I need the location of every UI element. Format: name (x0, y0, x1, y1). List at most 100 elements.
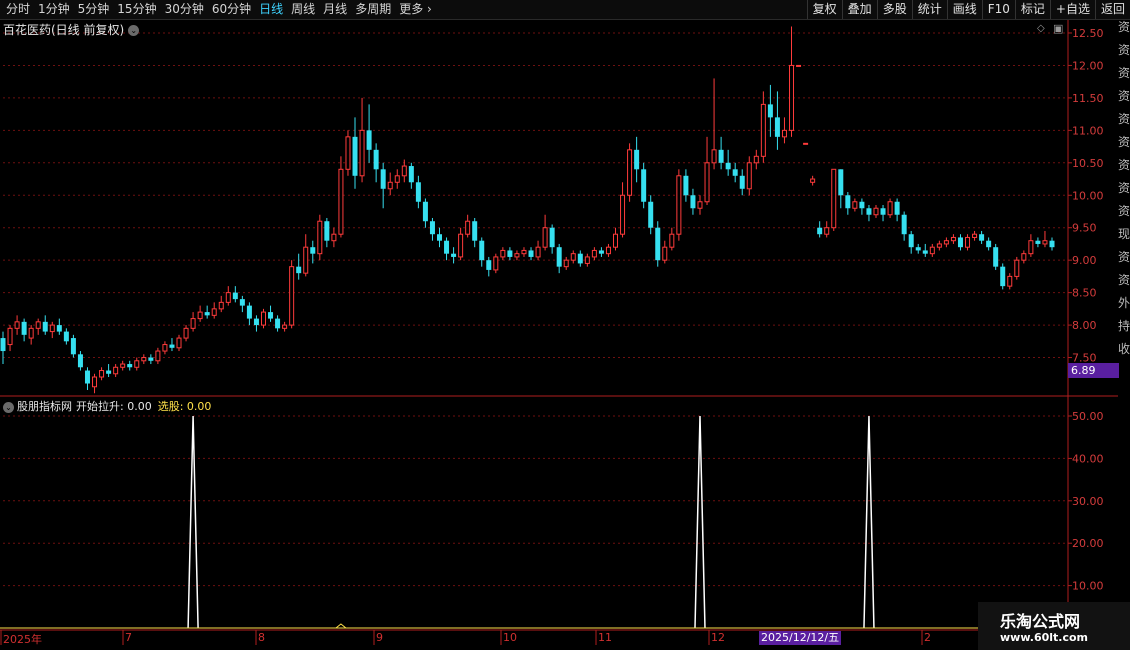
candle-body-down (246, 305, 252, 319)
candle-body-up (591, 249, 597, 258)
candle-body-up (197, 311, 203, 320)
candle-body-up (1028, 240, 1034, 255)
candle-body-down (106, 370, 112, 374)
candle-body-up (697, 201, 703, 209)
side-label-char: 资 (1118, 181, 1130, 195)
candle-body-down (127, 364, 133, 368)
candle-body-down (429, 221, 435, 235)
candle-body-down (577, 253, 583, 264)
candle-body-up (929, 246, 935, 255)
period-tab[interactable]: 5分钟 (78, 0, 110, 19)
candle-body-up (303, 246, 309, 274)
candle-body-down (880, 208, 886, 215)
price-tick-label: 10.00 (1072, 189, 1104, 202)
candle-body-down (683, 175, 689, 196)
candle-body-up (176, 337, 182, 349)
period-tab[interactable]: 日线 (259, 0, 283, 19)
candle-body-down (451, 253, 457, 257)
candle-body-down (486, 260, 492, 270)
candle-body-up (359, 129, 365, 177)
candle-body-up (950, 236, 956, 242)
period-tab[interactable]: 15分钟 (117, 0, 156, 19)
candle-body-down (655, 227, 661, 261)
side-label-char: 收 (1118, 342, 1130, 356)
side-label-char: 资 (1118, 250, 1130, 264)
tool-button[interactable]: 标记 (1014, 0, 1050, 19)
candle-body-down (556, 247, 562, 267)
price-tick-label: 9.50 (1072, 222, 1097, 235)
candle-body-up (394, 175, 400, 183)
signal-bump (335, 623, 347, 629)
candle-body-down (922, 250, 928, 254)
period-tab[interactable]: 30分钟 (165, 0, 204, 19)
candle-body-down (957, 237, 963, 248)
candle-body-up (225, 292, 231, 303)
candle-body-down (380, 169, 386, 189)
period-tabs: 分时 1分钟 5分钟 15分钟 30分钟 60分钟 日线 周线 月线 多周期 更多 › (2, 0, 436, 19)
candle-body-up (28, 327, 34, 339)
candle-body-up (1007, 275, 1013, 287)
chevron-down-icon[interactable]: ⌄ (128, 25, 140, 36)
period-tab[interactable]: 分时 (6, 0, 30, 19)
side-label-char: 现 (1118, 227, 1130, 241)
candle-body-up (584, 256, 590, 264)
period-tab[interactable]: 周线 (291, 0, 315, 19)
tool-button[interactable]: 返回 (1094, 0, 1130, 19)
candle-body-up (852, 201, 858, 209)
tool-button[interactable]: 叠加 (841, 0, 877, 19)
side-label-char: 外 (1118, 296, 1130, 310)
candle-body-up (570, 253, 576, 261)
candle-body-up (331, 233, 337, 242)
candle-body-down (472, 221, 478, 241)
candle-body-down (70, 338, 76, 355)
tool-button[interactable]: 画线 (946, 0, 982, 19)
price-tick-label: 8.00 (1072, 319, 1097, 332)
period-tab[interactable]: 多周期 (355, 0, 391, 19)
candle-body-up (676, 175, 682, 235)
candle-body-down (204, 312, 210, 316)
candle-body-down (1049, 240, 1055, 248)
tool-button[interactable]: 统计 (911, 0, 947, 19)
indicator-title-row[interactable]: ⌄ 股朋指标网 开始拉升: 0.00 选股: 0.00 (3, 398, 211, 414)
side-label-char: 资 (1118, 204, 1130, 218)
period-tab[interactable]: 1分钟 (38, 0, 70, 19)
price-tick-label: 11.00 (1072, 124, 1104, 137)
candle-body-down (690, 195, 696, 209)
candle-body-down (986, 240, 992, 248)
side-label-char: 资 (1118, 158, 1130, 172)
candle-body-up (289, 266, 295, 326)
diamond-icon[interactable]: ◇ (1037, 23, 1045, 34)
period-tab[interactable]: 60分钟 (212, 0, 251, 19)
kline-chart[interactable]: 12.50 12.00 11.50 11.00 10.50 10.00 9.50 9.00 8.… (0, 0, 1130, 650)
tool-button[interactable]: 多股 (876, 0, 912, 19)
candle-body-up (521, 249, 527, 255)
indicator-tick-label: 40.00 (1072, 452, 1104, 465)
stock-title: 百花医药(日线 前复权) (3, 23, 125, 37)
candle-body-up (141, 357, 147, 362)
candle-body-down (507, 250, 513, 257)
candle-body-down (739, 175, 745, 189)
candle-body-down (1035, 240, 1041, 244)
candle-body-up (120, 363, 126, 368)
candle-body-down (148, 357, 154, 361)
tool-button[interactable]: F10 (981, 0, 1015, 19)
period-tab[interactable]: 更多 › (399, 0, 432, 19)
price-tick-label: 12.00 (1072, 59, 1104, 72)
candle-body-down (296, 266, 302, 274)
chart-title-row[interactable]: 百花医药(日线 前复权) ⌄ (3, 21, 140, 38)
expand-icon[interactable]: ▣ (1053, 22, 1063, 35)
tool-button[interactable]: 复权 (806, 0, 842, 19)
price-tick-label: 8.50 (1072, 287, 1097, 300)
period-tab[interactable]: 月线 (323, 0, 347, 19)
candle-body-up (669, 233, 675, 248)
candle-body-up (1021, 253, 1027, 261)
tool-button[interactable]: +自选 (1049, 0, 1095, 19)
candle-body-up (711, 149, 717, 164)
candle-body-up (338, 168, 344, 235)
chevron-down-icon[interactable]: ⌄ (3, 401, 14, 413)
candle-body-up (493, 256, 499, 271)
candle-body-down (774, 117, 780, 137)
candle-body-down (718, 149, 724, 163)
candle-body-up (387, 181, 393, 190)
candle-body-up (401, 165, 407, 177)
